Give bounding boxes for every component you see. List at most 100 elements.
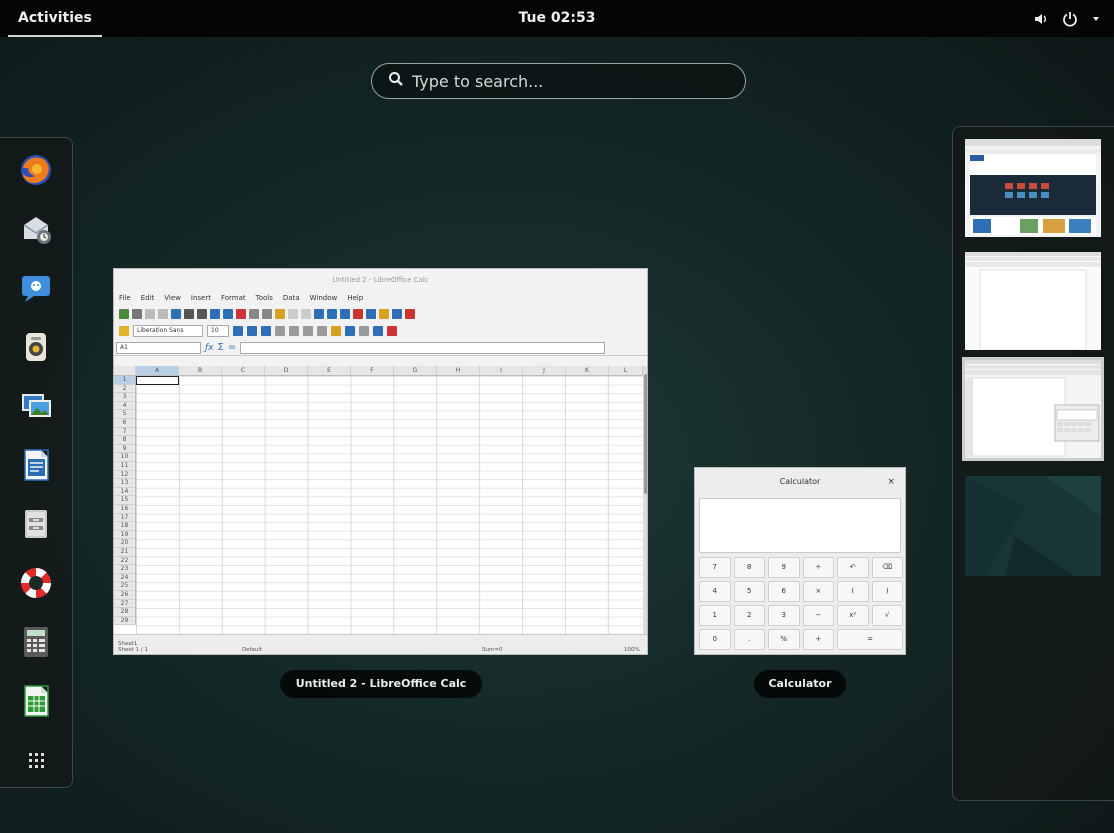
key-sqrt[interactable]: √: [871, 605, 903, 626]
italic-icon[interactable]: [247, 326, 257, 336]
calculator-window[interactable]: Calculator × 7 8 9 ÷ ↶ ⌫ 4 5 6 × ( ) 1 2…: [694, 467, 906, 655]
search-bar[interactable]: [371, 63, 746, 99]
menu-format[interactable]: Format: [221, 294, 246, 302]
row-header[interactable]: 15: [114, 496, 136, 505]
column-header[interactable]: L: [609, 366, 643, 376]
new-icon[interactable]: [119, 308, 129, 319]
hyperlink-icon[interactable]: [314, 308, 324, 319]
row-header[interactable]: 24: [114, 573, 136, 583]
status-zoom[interactable]: 100%: [624, 647, 640, 653]
function-wizard-icon[interactable]: ƒx: [205, 343, 214, 353]
formula-icon[interactable]: =: [228, 342, 236, 353]
key-multiply[interactable]: ×: [802, 581, 834, 602]
chat-icon[interactable]: [18, 270, 54, 306]
row-header[interactable]: 3: [114, 393, 136, 402]
sort-asc-icon[interactable]: [327, 308, 337, 319]
row-header[interactable]: 8: [114, 436, 136, 445]
key-7[interactable]: 7: [699, 557, 731, 578]
key-equals[interactable]: =: [837, 629, 903, 650]
row-header[interactable]: 26: [114, 591, 136, 600]
preview-icon[interactable]: [197, 308, 207, 319]
key-close-paren[interactable]: ): [871, 581, 903, 602]
clone-icon[interactable]: [275, 308, 285, 319]
styles-icon[interactable]: [119, 326, 129, 336]
name-box[interactable]: A1: [116, 341, 201, 354]
row-header[interactable]: 18: [114, 522, 136, 531]
open-icon[interactable]: [132, 308, 142, 319]
search-input[interactable]: [412, 71, 712, 91]
align-right-icon[interactable]: [303, 326, 313, 336]
key-9[interactable]: 9: [768, 557, 800, 578]
workspace-2[interactable]: [965, 252, 1101, 350]
workspace-3[interactable]: [962, 357, 1104, 461]
currency-icon[interactable]: [331, 326, 341, 336]
cut-icon[interactable]: [236, 308, 246, 319]
files-icon[interactable]: [18, 506, 54, 542]
font-size-box[interactable]: 10: [207, 325, 229, 337]
row-header[interactable]: 28: [114, 608, 136, 617]
key-backspace[interactable]: ⌫: [871, 557, 903, 578]
row-header[interactable]: 27: [114, 599, 136, 609]
spelling-icon[interactable]: [210, 308, 220, 319]
workspace-1[interactable]: [965, 139, 1101, 237]
row-header[interactable]: 13: [114, 479, 136, 488]
row-header[interactable]: 17: [114, 513, 136, 523]
key-undo[interactable]: ↶: [837, 557, 869, 578]
menu-file[interactable]: File: [119, 294, 131, 302]
cell-area[interactable]: [136, 376, 643, 636]
column-header[interactable]: H: [437, 366, 480, 376]
row-header[interactable]: 12: [114, 470, 136, 480]
key-add[interactable]: +: [802, 629, 834, 650]
spreadsheet-grid[interactable]: A B C D E F G H I J K L 1 2 3 4 5 6 7 8 9 10 11 12 1…: [114, 366, 643, 636]
export-icon[interactable]: [158, 308, 168, 319]
undo-icon[interactable]: [288, 308, 298, 319]
column-header[interactable]: K: [566, 366, 609, 376]
pdf-icon[interactable]: [171, 308, 181, 319]
row-header[interactable]: 6: [114, 419, 136, 428]
menu-window[interactable]: Window: [310, 294, 338, 302]
key-decimal[interactable]: .: [733, 629, 765, 650]
redo-icon[interactable]: [301, 308, 311, 319]
app-grid-icon[interactable]: [18, 742, 54, 778]
row-header[interactable]: 1: [114, 376, 136, 385]
libreoffice-calc-window[interactable]: Untitled 2 - LibreOffice Calc File Edit …: [113, 268, 648, 655]
column-header[interactable]: J: [523, 366, 566, 376]
navigator-icon[interactable]: [379, 308, 389, 319]
key-square[interactable]: x²: [837, 605, 869, 626]
font-color-icon[interactable]: [387, 326, 397, 336]
menu-tools[interactable]: Tools: [256, 294, 273, 302]
sort-desc-icon[interactable]: [340, 308, 350, 319]
key-6[interactable]: 6: [768, 581, 800, 602]
row-header[interactable]: 25: [114, 582, 136, 591]
key-8[interactable]: 8: [733, 557, 765, 578]
column-header[interactable]: D: [265, 366, 308, 376]
clock[interactable]: Tue 02:53: [519, 10, 596, 26]
row-header[interactable]: 2: [114, 384, 136, 394]
key-0[interactable]: 0: [699, 629, 731, 650]
row-header[interactable]: 20: [114, 539, 136, 548]
row-header[interactable]: 29: [114, 616, 136, 626]
column-header[interactable]: A: [136, 366, 179, 376]
underline-icon[interactable]: [261, 326, 271, 336]
copy-icon[interactable]: [249, 308, 259, 319]
workspace-4[interactable]: [965, 476, 1101, 576]
bold-icon[interactable]: [233, 326, 243, 336]
align-center-icon[interactable]: [289, 326, 299, 336]
chart-icon[interactable]: [353, 308, 363, 319]
key-3[interactable]: 3: [768, 605, 800, 626]
calculator-display[interactable]: [699, 498, 901, 553]
background-color-icon[interactable]: [373, 326, 383, 336]
autospell-icon[interactable]: [223, 308, 233, 319]
row-header[interactable]: 10: [114, 453, 136, 462]
percent-icon[interactable]: [345, 326, 355, 336]
gallery-icon[interactable]: [392, 308, 402, 319]
align-left-icon[interactable]: [275, 326, 285, 336]
menu-view[interactable]: View: [164, 294, 181, 302]
menu-edit[interactable]: Edit: [141, 294, 155, 302]
formula-input[interactable]: [240, 341, 606, 354]
column-header[interactable]: I: [480, 366, 523, 376]
libreoffice-writer-icon[interactable]: [18, 447, 54, 483]
rhythmbox-icon[interactable]: [18, 329, 54, 365]
window-caption-calculator[interactable]: Calculator: [754, 670, 846, 698]
key-1[interactable]: 1: [699, 605, 731, 626]
